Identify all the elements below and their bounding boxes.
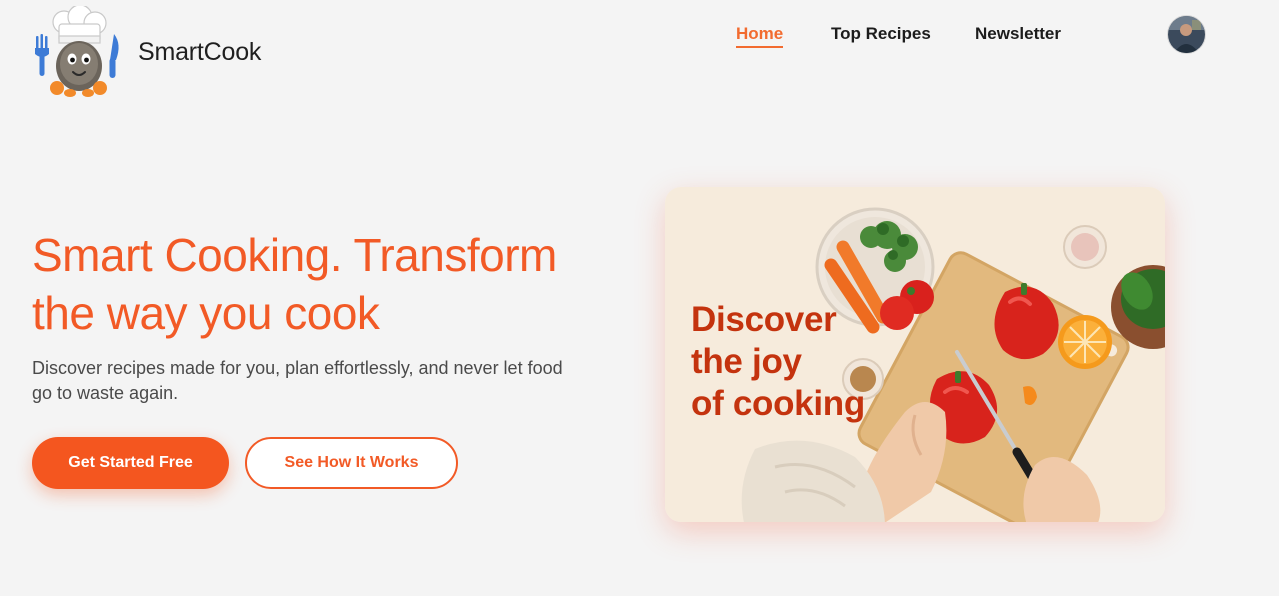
caption-line-1: Discover <box>691 300 837 339</box>
hero-subtitle-line-2: go to waste again. <box>32 383 179 403</box>
hero-image-card: Discover the joy of cooking <box>665 187 1165 522</box>
hero-title: Smart Cooking. Transform the way you coo… <box>32 226 652 342</box>
brand-name[interactable]: SmartCook <box>138 38 261 67</box>
hero-title-line-1: Smart Cooking. Transform <box>32 229 557 281</box>
nav-home[interactable]: Home <box>736 24 784 48</box>
nav-top-recipes[interactable]: Top Recipes <box>831 24 931 44</box>
get-started-button[interactable]: Get Started Free <box>32 437 229 489</box>
see-how-it-works-button[interactable]: See How It Works <box>245 437 458 489</box>
chef-mascot-icon[interactable] <box>30 4 126 100</box>
hero-subtitle: Discover recipes made for you, plan effo… <box>32 356 632 406</box>
caption-line-3: of cooking <box>691 384 865 423</box>
hero-card-caption: Discover the joy of cooking <box>691 299 865 425</box>
hero-subtitle-line-1: Discover recipes made for you, plan effo… <box>32 358 563 378</box>
page: SmartCook Home Top Recipes Newsletter Sm… <box>0 0 1279 596</box>
hero-title-line-2: the way you cook <box>32 287 380 339</box>
user-avatar-icon[interactable] <box>1167 15 1206 54</box>
caption-line-2: the joy <box>691 342 802 381</box>
nav-newsletter[interactable]: Newsletter <box>975 24 1061 44</box>
